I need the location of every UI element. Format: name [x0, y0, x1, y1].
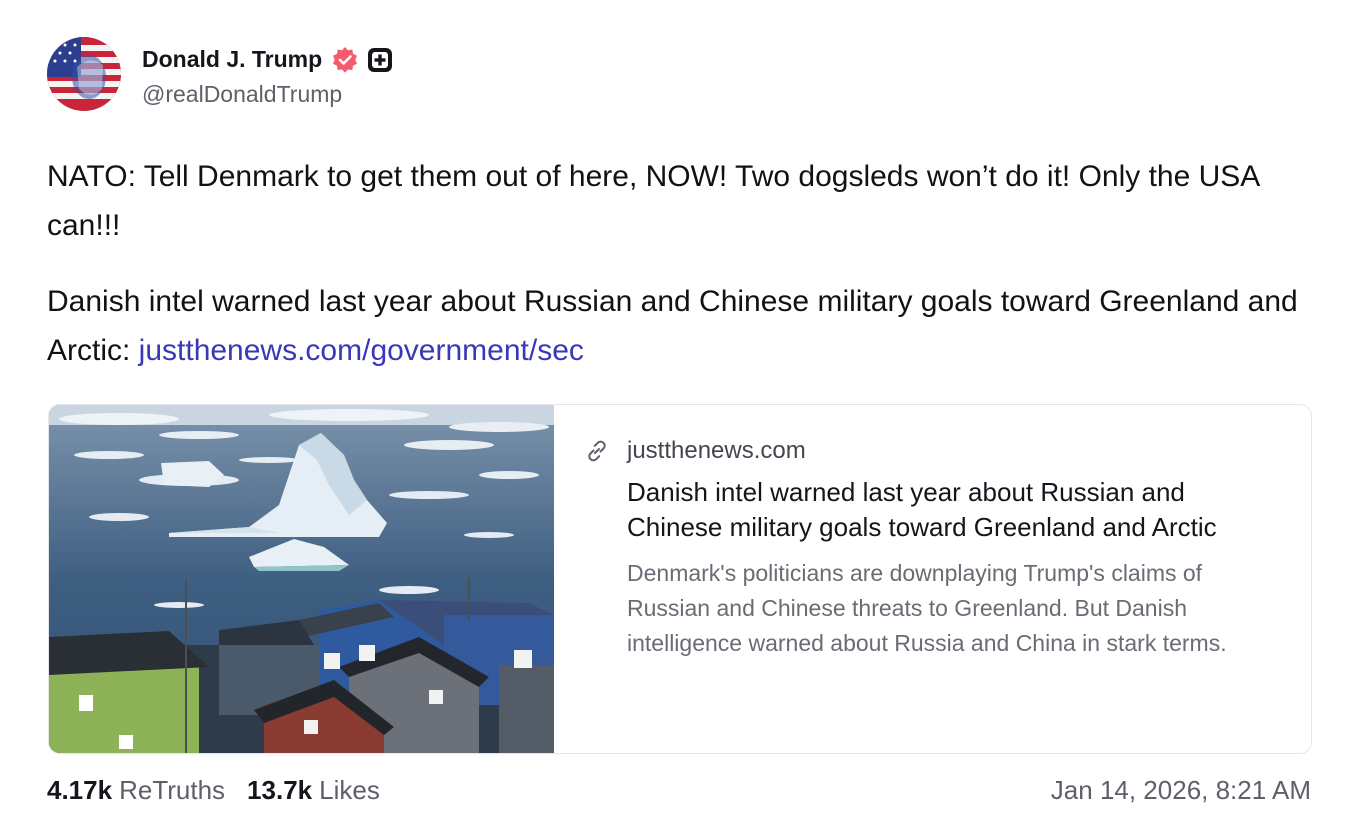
- plus-badge-icon: [367, 47, 393, 73]
- author-info: Donald J. Trump @realDonaldTrump: [142, 41, 393, 108]
- card-domain: justthenews.com: [627, 437, 806, 464]
- retruths-count: 4.17k: [47, 774, 113, 805]
- avatar-image: [47, 37, 121, 111]
- card-text: justthenews.com Danish intel warned last…: [554, 405, 1287, 753]
- greenland-iceberg-photo: [49, 405, 554, 753]
- link-preview-card[interactable]: justthenews.com Danish intel warned last…: [48, 404, 1312, 754]
- avatar[interactable]: [47, 37, 121, 111]
- link-icon: [584, 438, 610, 464]
- retruths-stat[interactable]: 4.17k ReTruths: [47, 775, 225, 806]
- name-row: Donald J. Trump: [142, 41, 393, 79]
- card-domain-row: justthenews.com: [588, 435, 1287, 467]
- post-timestamp[interactable]: Jan 14, 2026, 8:21 AM: [1051, 775, 1311, 806]
- likes-label: Likes: [319, 774, 380, 805]
- card-image[interactable]: [49, 405, 554, 753]
- likes-count: 13.7k: [247, 774, 313, 805]
- handle[interactable]: @realDonaldTrump: [142, 81, 393, 108]
- retruths-label: ReTruths: [119, 774, 226, 805]
- post-link[interactable]: justthenews.com/government/sec: [139, 334, 584, 367]
- post-paragraph-2: Danish intel warned last year about Russ…: [47, 277, 1307, 375]
- post-paragraph-1: NATO: Tell Denmark to get them out of he…: [47, 160, 1259, 242]
- truth-post: Donald J. Trump @realDonaldTrump NATO: T…: [0, 0, 1354, 834]
- display-name[interactable]: Donald J. Trump: [142, 46, 322, 73]
- card-description: Denmark's politicians are downplaying Tr…: [627, 560, 1227, 656]
- card-title[interactable]: Danish intel warned last year about Russ…: [627, 475, 1287, 545]
- post-footer: 4.17k ReTruths 13.7k Likes Jan 14, 2026,…: [47, 770, 1311, 810]
- post-header: Donald J. Trump @realDonaldTrump: [47, 36, 393, 112]
- post-body: NATO: Tell Denmark to get them out of he…: [47, 152, 1307, 375]
- likes-stat[interactable]: 13.7k Likes: [247, 775, 380, 806]
- verified-badge-icon: [331, 46, 359, 74]
